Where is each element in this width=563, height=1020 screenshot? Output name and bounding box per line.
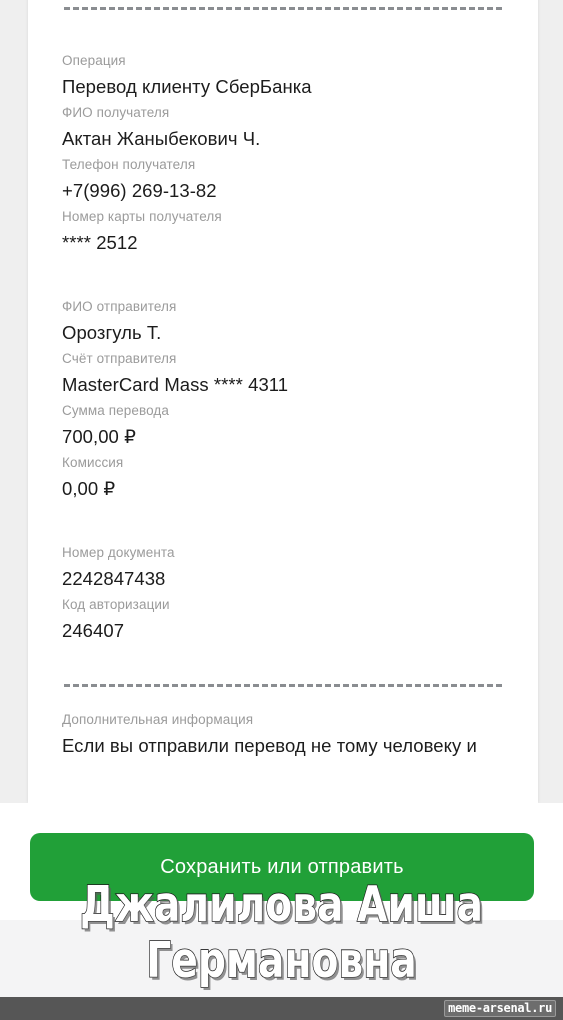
section-operation: Операция Перевод клиенту СберБанка ФИО п… [62,50,504,258]
field-label: Счёт отправителя [62,351,177,366]
field-value: 0,00 ₽ [62,478,116,499]
section-sender: ФИО отправителя Орозгуль Т. Счёт отправи… [62,296,504,504]
screenshot-root: Операция Перевод клиенту СберБанка ФИО п… [0,0,563,1020]
field-sender-account: Счёт отправителя MasterCard Mass **** 43… [62,348,504,400]
field-value: **** 2512 [62,232,138,253]
bottom-action-bar: Сохранить или отправить [0,803,563,997]
field-value: 246407 [62,620,125,641]
receipt-card: Операция Перевод клиенту СберБанка ФИО п… [28,0,538,803]
field-recipient-name: ФИО получателя Актан Жаныбекович Ч. [62,102,504,154]
field-sender-name: ФИО отправителя Орозгуль Т. [62,296,504,348]
field-label: Код авторизации [62,597,170,612]
field-label: ФИО получателя [62,105,170,120]
field-label: Сумма перевода [62,403,170,418]
field-document-number: Номер документа 2242847438 [62,542,504,594]
field-value: MasterCard Mass **** 4311 [62,374,289,395]
field-label: Номер документа [62,545,175,560]
field-label: Телефон получателя [62,157,196,172]
field-value: +7(996) 269-13-82 [62,180,217,201]
save-or-send-button[interactable]: Сохранить или отправить [30,833,534,901]
field-value: Орозгуль Т. [62,322,162,343]
field-label: Операция [62,53,126,68]
field-operation: Операция Перевод клиенту СберБанка [62,50,504,102]
field-authorization-code: Код авторизации 246407 [62,594,504,646]
field-label: Комиссия [62,455,124,470]
watermark-label: meme-arsenal.ru [444,1000,556,1017]
field-additional-info: Дополнительная информация Если вы отправ… [62,709,504,761]
field-value: Актан Жаныбекович Ч. [62,128,261,149]
field-value: Если вы отправили перевод не тому челове… [62,735,477,756]
field-label: Номер карты получателя [62,209,222,224]
field-recipient-phone: Телефон получателя +7(996) 269-13-82 [62,154,504,206]
footer-bar: meme-arsenal.ru [0,997,563,1020]
field-recipient-card: Номер карты получателя **** 2512 [62,206,504,258]
section-document: Номер документа 2242847438 Код авторизац… [62,542,504,646]
field-transfer-amount: Сумма перевода 700,00 ₽ [62,400,504,452]
field-value: Перевод клиенту СберБанка [62,76,312,97]
field-label: ФИО отправителя [62,299,177,314]
field-value: 700,00 ₽ [62,426,136,447]
field-label: Дополнительная информация [62,712,254,727]
section-additional-info: Дополнительная информация Если вы отправ… [62,709,504,761]
field-value: 2242847438 [62,568,166,589]
field-commission: Комиссия 0,00 ₽ [62,452,504,504]
